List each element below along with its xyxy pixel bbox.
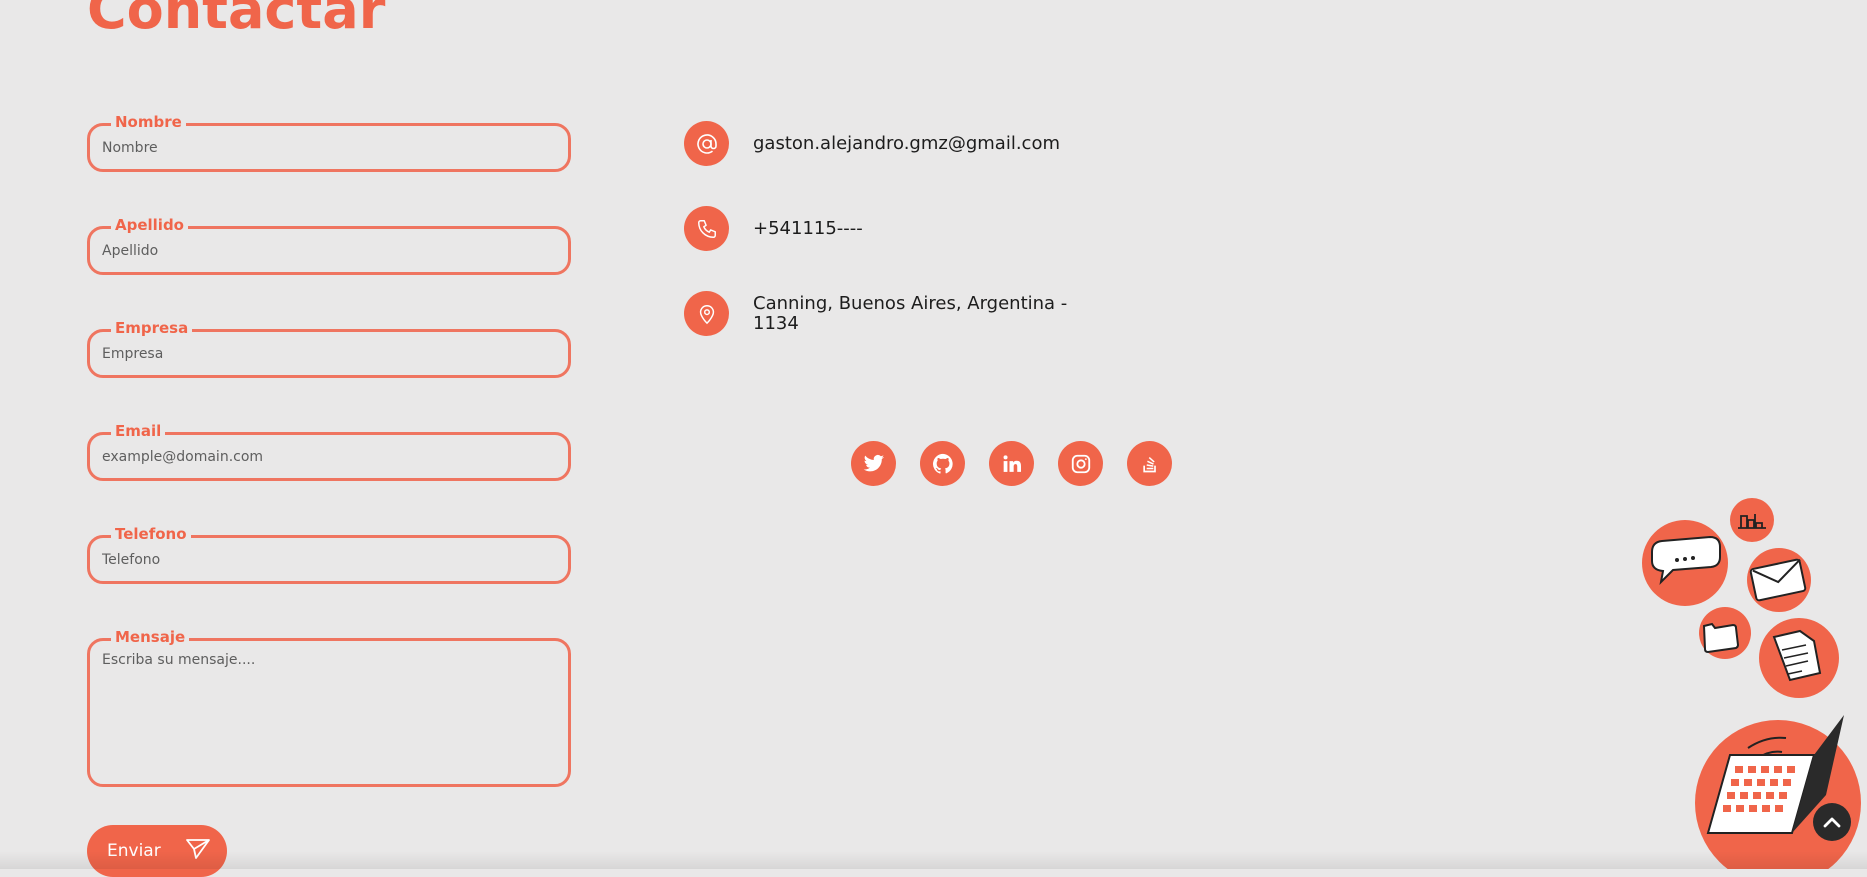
bottom-shadow: [0, 851, 1867, 869]
empresa-field: Empresa: [87, 318, 571, 378]
stackoverflow-button[interactable]: [1127, 441, 1172, 486]
instagram-button[interactable]: [1058, 441, 1103, 486]
mensaje-field: Mensaje: [87, 627, 571, 787]
scroll-to-top-button[interactable]: [1813, 803, 1851, 841]
nombre-field: Nombre: [87, 112, 571, 172]
linkedin-button[interactable]: [989, 441, 1034, 486]
empresa-input[interactable]: [102, 329, 556, 378]
apellido-input[interactable]: [102, 226, 556, 275]
chevron-up-icon: [1823, 817, 1841, 828]
email-input[interactable]: [102, 432, 556, 481]
location-pin-icon: [684, 291, 729, 336]
twitter-icon: [863, 454, 884, 471]
contact-email[interactable]: gaston.alejandro.gmz@gmail.com: [753, 133, 1093, 154]
twitter-button[interactable]: [851, 441, 896, 486]
at-sign-icon: [684, 121, 729, 166]
apellido-field: Apellido: [87, 215, 571, 275]
github-icon: [932, 453, 953, 474]
github-button[interactable]: [920, 441, 965, 486]
contact-address: Canning, Buenos Aires, Argentina - 1134: [753, 292, 1068, 334]
contact-email-row: gaston.alejandro.gmz@gmail.com: [684, 121, 1093, 166]
instagram-icon: [1071, 454, 1090, 473]
email-field: Email: [87, 421, 571, 481]
stackoverflow-icon: [1142, 456, 1156, 472]
mensaje-label: Mensaje: [111, 627, 190, 647]
telefono-field: Telefono: [87, 524, 571, 584]
contact-phone-row: +541115----: [684, 206, 1093, 251]
contact-address-row: Canning, Buenos Aires, Argentina - 1134: [684, 291, 1093, 336]
contact-phone[interactable]: +541115----: [753, 218, 1093, 239]
linkedin-icon: [1003, 454, 1021, 472]
nombre-input[interactable]: [102, 123, 556, 172]
telefono-input[interactable]: [102, 535, 556, 584]
phone-icon: [684, 206, 729, 251]
mensaje-textarea[interactable]: [102, 652, 556, 775]
page-title: Contactar: [87, 0, 386, 41]
